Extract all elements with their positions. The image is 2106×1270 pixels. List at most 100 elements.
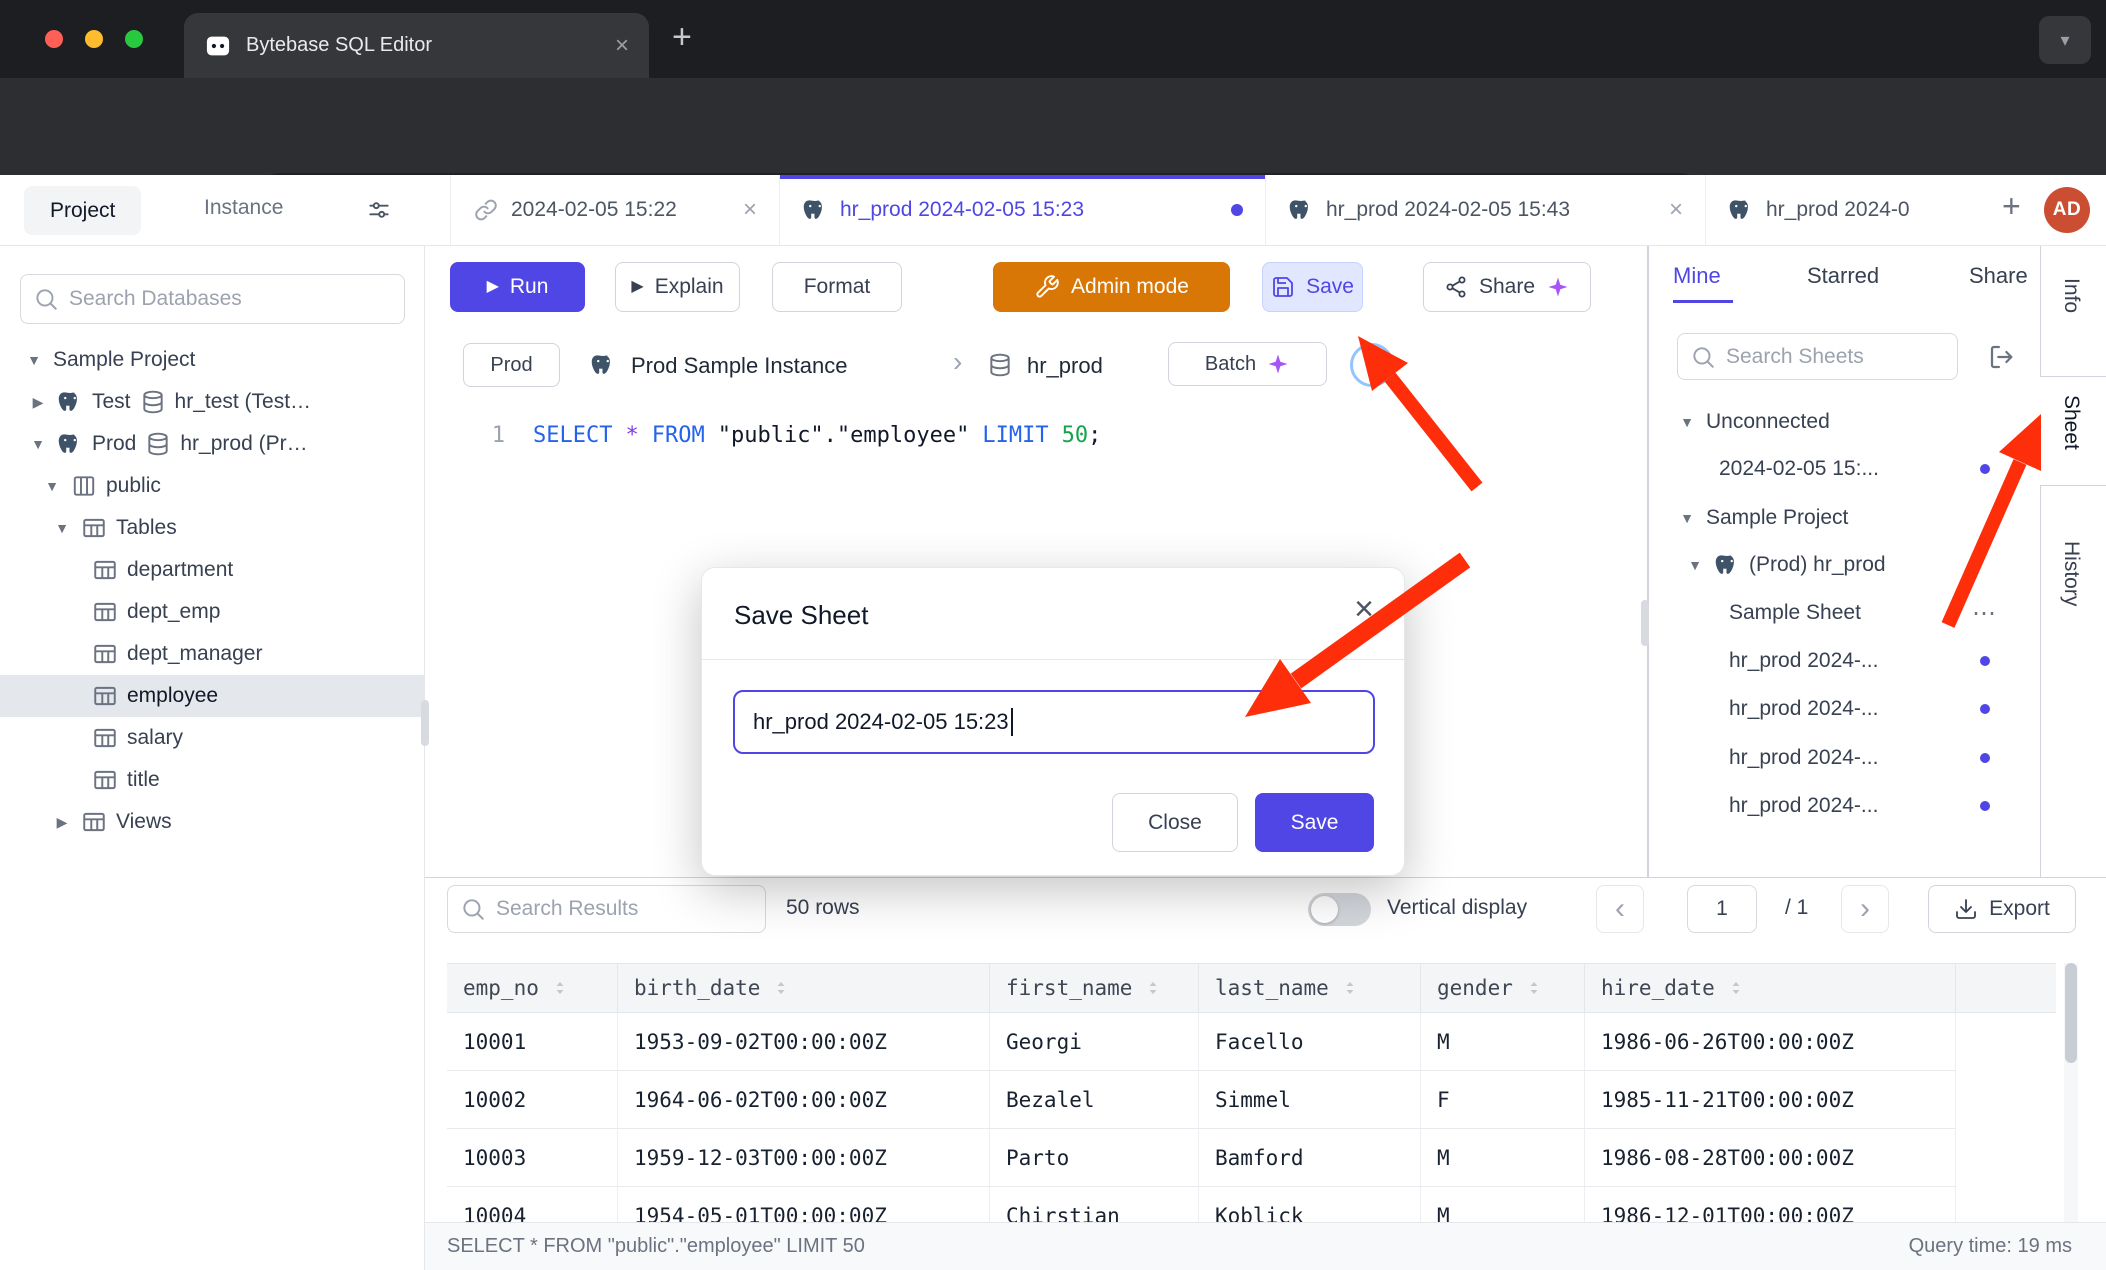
run-button[interactable]: ▶ Run <box>450 262 585 312</box>
environment-chip[interactable]: Prod <box>463 343 560 387</box>
tree-node-table-title[interactable]: title <box>0 759 424 801</box>
tab-sheet-active[interactable]: Sheet <box>2040 376 2106 486</box>
save-button[interactable]: Save <box>1262 262 1363 312</box>
chevron-down-icon[interactable]: ▼ <box>1685 557 1705 573</box>
tree-node-table-dept_emp[interactable]: dept_emp <box>0 591 424 633</box>
prev-page-button[interactable]: ‹ <box>1596 885 1644 933</box>
collapse-panel-icon[interactable] <box>1987 342 2017 372</box>
chevron-right-icon[interactable]: ▶ <box>52 814 72 831</box>
sheet-item[interactable]: hr_prod 2024-... <box>1649 639 2040 683</box>
panel-resize-handle[interactable] <box>1641 600 1649 646</box>
tab-search-button[interactable]: ▾ <box>2039 16 2091 64</box>
database-crumb[interactable]: hr_prod <box>1027 353 1103 379</box>
batch-button[interactable]: Batch <box>1168 342 1327 386</box>
project-tab[interactable]: Project <box>24 186 141 235</box>
postgres-icon <box>57 431 83 457</box>
dialog-save-button[interactable]: Save <box>1255 793 1374 852</box>
tree-node-views[interactable]: ▶ Views <box>0 801 424 843</box>
share-button[interactable]: Share <box>1423 262 1591 312</box>
sort-icon[interactable] <box>770 977 792 999</box>
ai-assistant-icon[interactable] <box>1350 343 1394 387</box>
vertical-display-toggle[interactable] <box>1308 893 1371 926</box>
page-number-input[interactable] <box>1687 885 1757 933</box>
instance-tab[interactable]: Instance <box>204 196 283 220</box>
editor-tab-1[interactable]: 2024-02-05 15:22 × <box>450 175 780 245</box>
editor-tab-4[interactable]: hr_prod 2024-0 <box>1706 175 1990 245</box>
avatar[interactable]: AD <box>2044 187 2090 233</box>
instance-crumb[interactable]: Prod Sample Instance <box>631 353 847 379</box>
tab-history[interactable]: History <box>2059 541 2083 606</box>
editor-tab-2-active[interactable]: hr_prod 2024-02-05 15:23 <box>780 175 1266 245</box>
sidebar-resize-handle[interactable] <box>421 700 429 746</box>
search-databases-input[interactable] <box>20 274 405 324</box>
format-button[interactable]: Format <box>772 262 902 312</box>
browser-tab[interactable]: Bytebase SQL Editor × <box>184 13 649 78</box>
admin-mode-button[interactable]: Admin mode <box>993 262 1230 312</box>
editor-tab-3[interactable]: hr_prod 2024-02-05 15:43 × <box>1266 175 1706 245</box>
minimize-window-button[interactable] <box>85 30 103 48</box>
next-page-button[interactable]: › <box>1841 885 1889 933</box>
explain-button[interactable]: ▶ Explain <box>615 262 740 312</box>
close-icon[interactable]: × <box>1354 592 1374 626</box>
column-header-birth_date[interactable]: birth_date <box>618 964 990 1012</box>
sheet-item[interactable]: hr_prod 2024-... <box>1649 736 2040 780</box>
tab-info[interactable]: Info <box>2059 278 2083 313</box>
sheet-item[interactable]: hr_prod 2024-... <box>1649 784 2040 828</box>
chevron-down-icon[interactable]: ▼ <box>52 520 72 536</box>
sheet-item[interactable]: hr_prod 2024-... <box>1649 687 2040 731</box>
sort-icon[interactable] <box>1142 977 1164 999</box>
table-icon <box>81 809 107 835</box>
filter-settings-icon[interactable] <box>366 197 392 223</box>
new-editor-tab-button[interactable]: + <box>2002 190 2021 222</box>
chevron-down-icon[interactable]: ▼ <box>1677 510 1697 526</box>
sheet-group-project[interactable]: ▼ Sample Project <box>1649 496 2040 540</box>
tab-mine[interactable]: Mine <box>1673 263 1721 289</box>
column-header-hire_date[interactable]: hire_date <box>1585 964 1956 1012</box>
code-line[interactable]: 1 SELECT * FROM "public"."employee" LIMI… <box>425 413 1647 457</box>
sheet-item[interactable]: Sample Sheet ⋯ <box>1649 591 2040 635</box>
sort-icon[interactable] <box>1725 977 1747 999</box>
new-tab-button[interactable]: + <box>672 20 692 54</box>
search-results-input[interactable] <box>447 885 766 933</box>
sheet-group-unconnected[interactable]: ▼ Unconnected <box>1649 400 2040 444</box>
chevron-down-icon[interactable]: ▼ <box>42 478 62 494</box>
tab-share[interactable]: Share <box>1969 263 2028 289</box>
sort-icon[interactable] <box>1339 977 1361 999</box>
close-tab-icon[interactable]: × <box>615 34 629 58</box>
export-button[interactable]: Export <box>1928 885 2076 933</box>
tree-node-table-employee[interactable]: employee <box>0 675 424 717</box>
sort-icon[interactable] <box>549 977 571 999</box>
bytebase-logo-icon <box>204 32 232 60</box>
close-window-button[interactable] <box>45 30 63 48</box>
tree-node-table-department[interactable]: department <box>0 549 424 591</box>
tree-node-test-instance[interactable]: ▶ Test hr_test (Test… <box>0 381 424 423</box>
tree-node-table-salary[interactable]: salary <box>0 717 424 759</box>
tree-node-schema-public[interactable]: ▼ public <box>0 465 424 507</box>
more-actions-icon[interactable]: ⋯ <box>1972 599 1996 628</box>
sheet-name-input[interactable]: hr_prod 2024-02-05 15:23 <box>733 690 1375 754</box>
table-row: 10001 1953-09-02T00:00:00Z Georgi Facell… <box>447 1013 1956 1071</box>
results-scrollbar[interactable] <box>2064 963 2078 1222</box>
search-sheets-input[interactable] <box>1677 333 1958 380</box>
chevron-down-icon[interactable]: ▼ <box>28 436 48 452</box>
chevron-down-icon[interactable]: ▼ <box>24 352 44 368</box>
chevron-right-icon[interactable]: ▶ <box>28 394 48 411</box>
chev ron-down-icon[interactable]: ▼ <box>1677 414 1697 430</box>
column-header-gender[interactable]: gender <box>1421 964 1585 1012</box>
column-header-last_name[interactable]: last_name <box>1199 964 1421 1012</box>
close-editor-tab-icon[interactable]: × <box>1669 198 1683 222</box>
sheet-item[interactable]: 2024-02-05 15:... <box>1649 447 2040 491</box>
sort-icon[interactable] <box>1523 977 1545 999</box>
tree-node-project[interactable]: ▼ Sample Project <box>0 339 424 381</box>
scrollbar-thumb[interactable] <box>2065 963 2077 1063</box>
close-editor-tab-icon[interactable]: × <box>743 198 757 222</box>
column-header-emp_no[interactable]: emp_no <box>447 964 618 1012</box>
tree-node-prod-instance[interactable]: ▼ Prod hr_prod (Pr… <box>0 423 424 465</box>
tree-node-table-dept_manager[interactable]: dept_manager <box>0 633 424 675</box>
maximize-window-button[interactable] <box>125 30 143 48</box>
tab-starred[interactable]: Starred <box>1807 263 1879 289</box>
sheet-group-database[interactable]: ▼ (Prod) hr_prod <box>1649 543 2040 587</box>
column-header-first_name[interactable]: first_name <box>990 964 1199 1012</box>
dialog-close-button[interactable]: Close <box>1112 793 1238 852</box>
tree-node-tables[interactable]: ▼ Tables <box>0 507 424 549</box>
